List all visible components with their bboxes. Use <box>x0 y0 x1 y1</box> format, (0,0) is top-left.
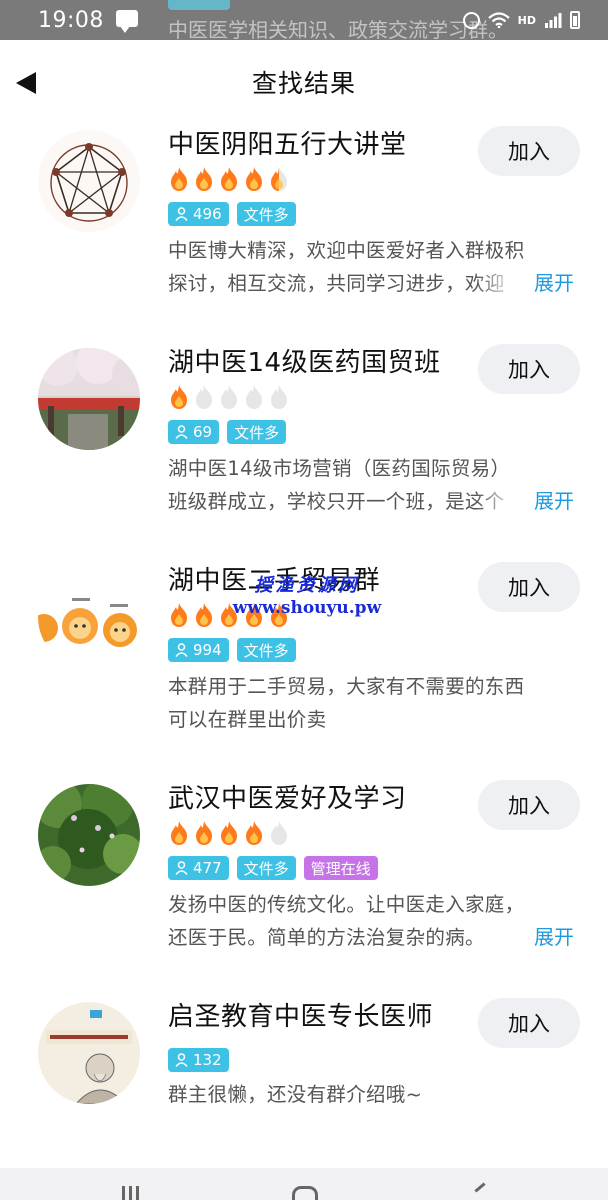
activity-flames <box>168 384 290 410</box>
system-nav-bar <box>0 1168 608 1200</box>
person-icon <box>175 1053 188 1067</box>
group-avatar[interactable] <box>38 566 140 668</box>
member-count-badge: 477 <box>168 856 229 880</box>
tag-badge: 文件多 <box>236 856 296 880</box>
group-tags: 477 文件多 管理在线 <box>168 856 378 880</box>
flame-icon <box>171 385 187 409</box>
tag-badge: 文件多 <box>227 420 287 444</box>
group-result-item[interactable]: 中医阴阳五行大讲堂 496 文件多 中医博大精深，欢迎中医爱好者入群极积探讨，相… <box>0 112 608 330</box>
flame-icon <box>171 821 187 845</box>
flame-icon <box>196 821 212 845</box>
member-count: 994 <box>193 641 222 659</box>
member-count-badge: 69 <box>168 420 220 444</box>
tag-badge: 文件多 <box>236 638 296 662</box>
flame-icon <box>246 167 262 191</box>
battery-icon <box>570 11 580 29</box>
flame-icon <box>271 167 287 191</box>
person-icon <box>175 861 188 875</box>
group-name: 武汉中医爱好及学习 <box>168 784 407 814</box>
member-count: 496 <box>193 205 222 223</box>
group-avatar[interactable] <box>38 784 140 886</box>
member-count: 132 <box>193 1051 222 1069</box>
flame-icon <box>171 603 187 627</box>
tag-badge: 文件多 <box>236 202 296 226</box>
watermark-url: www.shouyu.pw <box>232 598 382 618</box>
person-icon <box>175 643 188 657</box>
member-count-badge: 994 <box>168 638 229 662</box>
group-tags: 496 文件多 <box>168 202 296 226</box>
member-count: 69 <box>193 423 213 441</box>
doctor-portrait-image <box>38 1002 140 1104</box>
group-result-item[interactable]: 湖中医14级医药国贸班 69 文件多 湖中医14级市场营销（医药国际贸易）班级群… <box>0 330 608 548</box>
status-time: 19:08 <box>38 7 104 33</box>
wuxing-diagram-image <box>38 130 140 232</box>
expand-link[interactable]: 展开 <box>534 485 574 518</box>
back-arrow-icon[interactable] <box>16 72 36 94</box>
page-title: 查找结果 <box>251 69 356 98</box>
member-count-badge: 496 <box>168 202 229 226</box>
flame-icon <box>171 167 187 191</box>
join-button[interactable]: 加入 <box>478 344 580 394</box>
group-description: 本群用于二手贸易，大家有不需要的东西可以在群里出价卖 <box>168 675 525 731</box>
activity-flames <box>168 820 290 846</box>
group-avatar[interactable] <box>38 130 140 232</box>
description-fade <box>476 267 532 300</box>
watermark-text: 授渔资源网 <box>254 575 360 596</box>
admin-online-badge: 管理在线 <box>303 856 378 880</box>
back-nav-icon[interactable] <box>474 1182 486 1193</box>
join-button[interactable]: 加入 <box>478 780 580 830</box>
group-name: 中医阴阳五行大讲堂 <box>168 130 407 160</box>
flame-icon <box>221 385 237 409</box>
description-fade <box>476 485 532 518</box>
background-badge <box>168 0 230 10</box>
join-button[interactable]: 加入 <box>478 998 580 1048</box>
flame-icon <box>196 167 212 191</box>
member-count-badge: 132 <box>168 1048 229 1072</box>
background-peek-text: 中医医学相关知识、政策交流学习群。 <box>168 18 508 42</box>
join-button[interactable]: 加入 <box>478 562 580 612</box>
group-tags: 994 文件多 <box>168 638 296 662</box>
group-avatar[interactable] <box>38 1002 140 1104</box>
expand-link[interactable]: 展开 <box>534 267 574 300</box>
description-fade <box>476 921 532 954</box>
recent-apps-icon[interactable] <box>122 1186 125 1200</box>
group-name: 湖中医14级医药国贸班 <box>168 348 441 378</box>
join-button[interactable]: 加入 <box>478 126 580 176</box>
expand-link[interactable]: 展开 <box>534 921 574 954</box>
cartoon-lions-image <box>38 566 140 668</box>
signal-icon <box>545 13 562 28</box>
group-description: 发扬中医的传统文化。让中医走入家庭，还医于民。简单的方法治复杂的病。 <box>168 893 525 949</box>
campus-photo-image <box>38 348 140 450</box>
activity-flames <box>168 166 290 192</box>
person-icon <box>175 207 188 221</box>
watermark: 授渔资源网 www.shouyu.pw <box>232 574 382 620</box>
flame-icon <box>221 167 237 191</box>
flame-icon <box>271 385 287 409</box>
group-tags: 132 <box>168 1048 229 1072</box>
message-notification-icon <box>115 9 138 33</box>
flame-icon <box>271 821 287 845</box>
group-description: 湖中医14级市场营销（医药国际贸易）班级群成立，学校只开一个班，是这个 <box>168 457 511 513</box>
flame-icon <box>246 385 262 409</box>
group-tags: 69 文件多 <box>168 420 287 444</box>
flame-icon <box>221 821 237 845</box>
status-bar: 中医医学相关知识、政策交流学习群。 19:08 HD <box>0 0 608 42</box>
flame-icon <box>196 385 212 409</box>
group-description: 中医博大精深，欢迎中医爱好者入群极积探讨，相互交流，共同学习进步，欢迎 <box>168 239 525 295</box>
flame-icon <box>246 821 262 845</box>
flame-icon <box>196 603 212 627</box>
home-icon[interactable] <box>292 1186 318 1200</box>
group-result-item[interactable]: 武汉中医爱好及学习 477 文件多 管理在线 发扬中医的传统文化。让中医走入家庭… <box>0 766 608 984</box>
person-icon <box>175 425 188 439</box>
tree-photo-image <box>38 784 140 886</box>
network-type-label: HD <box>517 13 536 27</box>
group-description: 群主很懒，还没有群介绍哦~ <box>168 1083 423 1106</box>
group-avatar[interactable] <box>38 348 140 450</box>
member-count: 477 <box>193 859 222 877</box>
group-name: 启圣教育中医专长医师 <box>168 1002 434 1032</box>
